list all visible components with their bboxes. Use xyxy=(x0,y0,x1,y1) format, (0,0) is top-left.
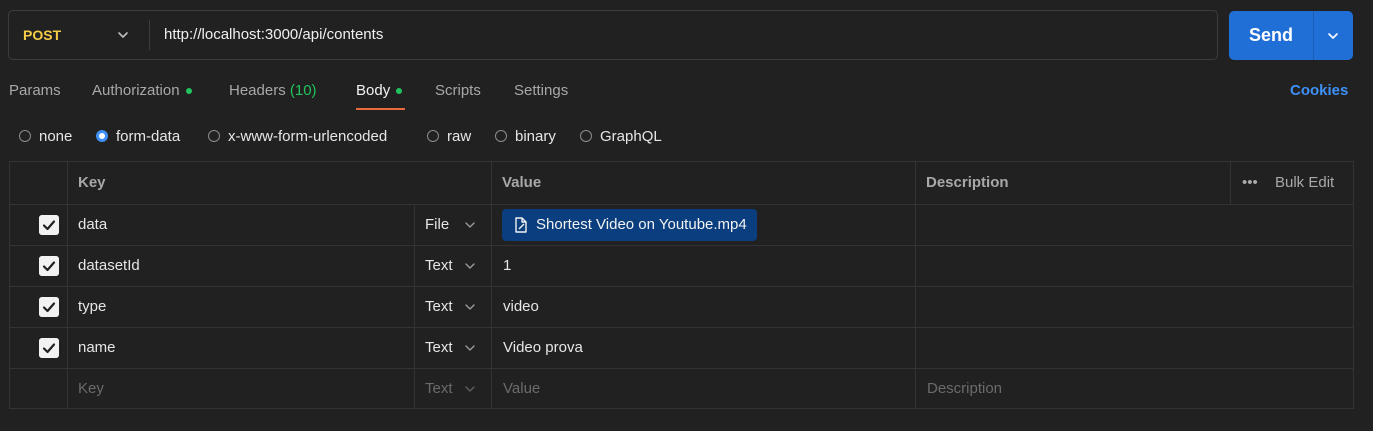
form-data-table: Key Value Description ••• Bulk Edit data… xyxy=(9,161,1354,409)
radio-circle-icon xyxy=(580,130,592,142)
checkbox-checked-icon[interactable] xyxy=(39,297,59,317)
radio-label: GraphQL xyxy=(600,128,662,145)
key-placeholder[interactable]: Key xyxy=(78,369,104,409)
tab-label: Settings xyxy=(514,82,569,99)
type-select[interactable]: Text xyxy=(425,246,453,286)
tab-label: Params xyxy=(9,82,61,99)
chevron-down-icon[interactable] xyxy=(463,341,477,355)
key-cell[interactable]: data xyxy=(78,205,107,245)
more-options-icon[interactable]: ••• xyxy=(1242,162,1258,204)
column-header-description: Description xyxy=(926,174,1009,191)
tab-label: Body xyxy=(356,82,391,99)
send-divider xyxy=(1313,11,1314,60)
value-cell[interactable]: 1 xyxy=(503,246,511,286)
send-button-group: Send xyxy=(1229,11,1353,60)
radio-label: x-www-form-urlencoded xyxy=(228,128,388,145)
tab-scripts[interactable]: Scripts xyxy=(435,80,481,102)
chevron-down-icon[interactable] xyxy=(113,25,133,45)
key-cell[interactable]: datasetId xyxy=(78,246,140,286)
radio-none[interactable]: none xyxy=(19,127,72,147)
table-row: data File Shortest Video on Youtube.mp4 xyxy=(10,205,1353,245)
checkbox-checked-icon[interactable] xyxy=(39,256,59,276)
checkbox-checked-icon[interactable] xyxy=(39,338,59,358)
method-select-label[interactable]: POST xyxy=(23,11,61,59)
tab-label: Headers xyxy=(229,82,286,99)
column-header-key: Key xyxy=(78,174,106,191)
value-cell[interactable]: Video prova xyxy=(503,328,583,368)
url-input[interactable]: http://localhost:3000/api/contents xyxy=(164,11,383,59)
file-icon xyxy=(515,217,527,233)
headers-count-badge: (10) xyxy=(289,82,317,99)
radio-graphql[interactable]: GraphQL xyxy=(580,127,662,147)
chevron-down-icon[interactable] xyxy=(1323,26,1343,46)
file-name: Shortest Video on Youtube.mp4 xyxy=(536,216,747,233)
tab-label: Authorization xyxy=(92,82,180,99)
bulk-edit-button[interactable]: Bulk Edit xyxy=(1275,162,1334,204)
radio-circle-icon xyxy=(495,130,507,142)
tab-settings[interactable]: Settings xyxy=(514,80,568,102)
type-select[interactable]: File xyxy=(425,205,449,245)
chevron-down-icon[interactable] xyxy=(463,300,477,314)
value-placeholder[interactable]: Value xyxy=(503,369,540,409)
send-button[interactable]: Send xyxy=(1229,11,1313,60)
tab-params[interactable]: Params xyxy=(9,80,61,102)
status-dot xyxy=(185,88,192,95)
table-row: type Text video xyxy=(10,287,1353,327)
radio-circle-icon xyxy=(208,130,220,142)
column-header-value: Value xyxy=(502,174,542,191)
new-row: Key Text Value Description xyxy=(10,369,1353,409)
chevron-down-icon[interactable] xyxy=(463,382,477,396)
type-select-placeholder[interactable]: Text xyxy=(425,369,453,409)
checkbox-checked-icon[interactable] xyxy=(39,215,59,235)
radio-x-www-form-urlencoded[interactable]: x-www-form-urlencoded xyxy=(208,127,387,147)
tab-label: Scripts xyxy=(435,82,481,99)
cookies-link[interactable]: Cookies xyxy=(1290,80,1348,102)
radio-circle-icon xyxy=(427,130,439,142)
radio-form-data[interactable]: form-data xyxy=(96,127,180,147)
value-cell[interactable]: video xyxy=(503,287,539,327)
file-chip[interactable]: Shortest Video on Youtube.mp4 xyxy=(502,209,757,241)
radio-binary[interactable]: binary xyxy=(495,127,556,147)
tab-body[interactable]: Body xyxy=(356,80,403,102)
radio-selected-icon xyxy=(96,130,108,142)
chevron-down-icon[interactable] xyxy=(463,218,477,232)
radio-label: none xyxy=(39,128,73,145)
column-divider xyxy=(1230,162,1231,204)
chevron-down-icon[interactable] xyxy=(463,259,477,273)
table-row: datasetId Text 1 xyxy=(10,246,1353,286)
key-cell[interactable]: type xyxy=(78,287,106,327)
radio-raw[interactable]: raw xyxy=(427,127,471,147)
status-dot xyxy=(396,88,403,95)
radio-label: binary xyxy=(515,128,556,145)
tab-headers[interactable]: Headers (10) xyxy=(229,80,317,102)
type-select[interactable]: Text xyxy=(425,287,453,327)
radio-label: form-data xyxy=(116,128,181,145)
url-separator xyxy=(149,20,150,50)
request-url-bar: POST http://localhost:3000/api/contents xyxy=(8,10,1218,60)
radio-label: raw xyxy=(447,128,472,145)
key-cell[interactable]: name xyxy=(78,328,116,368)
description-placeholder[interactable]: Description xyxy=(927,369,1002,409)
table-row: name Text Video prova xyxy=(10,328,1353,368)
tab-authorization[interactable]: Authorization xyxy=(92,80,192,102)
active-tab-indicator xyxy=(356,108,405,110)
type-select[interactable]: Text xyxy=(425,328,453,368)
radio-circle-icon xyxy=(19,130,31,142)
